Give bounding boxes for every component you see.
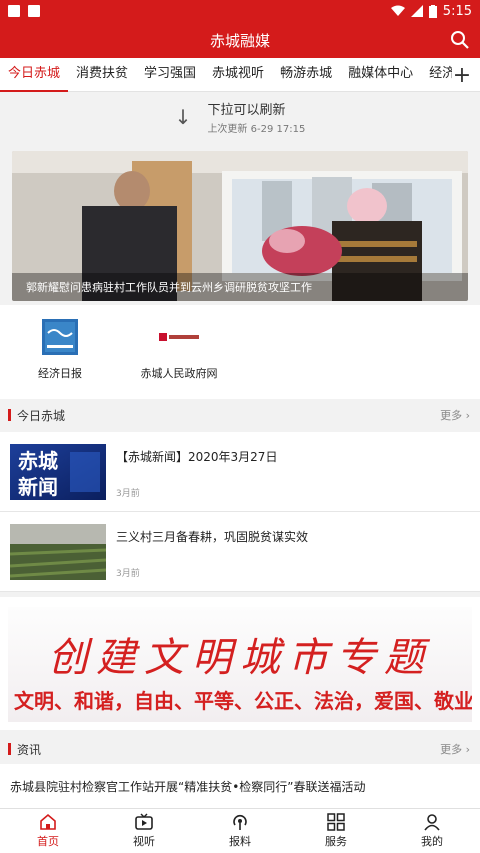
app-bar: 赤城融媒 xyxy=(0,22,480,58)
promo-subtitle: 文明、和谐，自由、平等、公正、法治，爱国、敬业 xyxy=(14,689,472,713)
refresh-hint-text: 下拉可以刷新 xyxy=(207,103,286,118)
app-title: 赤城融媒 xyxy=(209,31,270,50)
signal-icon xyxy=(410,5,423,17)
tv-icon xyxy=(135,813,153,830)
section-title: 今日赤城 xyxy=(17,408,66,423)
promo-title: 创建文明城市专题 xyxy=(48,635,432,681)
section-marker xyxy=(8,409,11,421)
pull-refresh-hint: ↓ 下拉可以刷新 上次更新 6-29 17:15 xyxy=(0,92,480,142)
svg-text:新闻: 新闻 xyxy=(18,475,58,499)
tab-travel[interactable]: 畅游赤城 xyxy=(272,58,340,92)
section-header-today: 今日赤城 更多 › xyxy=(0,400,480,430)
status-bar: 5:15 xyxy=(0,0,480,22)
channel-tabs: 今日赤城 消费扶贫 学习强国 赤城视听 畅游赤城 融媒体中心 经济日 + xyxy=(0,58,480,92)
nav-profile[interactable]: 我的 xyxy=(384,809,480,853)
source-name: 赤城人民政府网 xyxy=(140,367,218,380)
svg-text:赤城: 赤城 xyxy=(18,449,58,473)
civilization-promo-banner[interactable]: 创建文明城市专题 文明、和谐，自由、平等、公正、法治，爱国、敬业 xyxy=(0,597,480,730)
nav-label: 视听 xyxy=(133,835,155,848)
arrow-down-icon: ↓ xyxy=(174,105,192,129)
list-item[interactable]: 三义村三月备春耕，巩固脱贫谋实效 3月前 xyxy=(0,512,480,592)
economic-daily-logo xyxy=(42,319,78,355)
section-header-info: 资讯 更多 › xyxy=(0,734,480,764)
grid-icon xyxy=(327,813,345,831)
more-link[interactable]: 更多 › xyxy=(440,407,470,423)
nav-label: 我的 xyxy=(421,835,443,848)
chicheng-gov-logo xyxy=(149,319,209,355)
promo-image: 创建文明城市专题 文明、和谐，自由、平等、公正、法治，爱国、敬业 xyxy=(8,607,472,722)
tab-study[interactable]: 学习强国 xyxy=(136,58,204,92)
battery-icon xyxy=(428,4,437,18)
tab-media-center[interactable]: 融媒体中心 xyxy=(340,58,421,92)
tab-today-chicheng[interactable]: 今日赤城 xyxy=(0,58,69,92)
nav-audiovisual[interactable]: 视听 xyxy=(96,809,192,853)
nav-report[interactable]: 报料 xyxy=(192,809,288,853)
news-time: 3月前 xyxy=(116,489,140,499)
more-link[interactable]: 更多 › xyxy=(440,741,470,757)
last-update-text: 上次更新 6-29 17:15 xyxy=(207,124,306,135)
bottom-nav: 首页 视听 报料 服务 我的 xyxy=(0,808,480,853)
section-title: 资讯 xyxy=(17,742,42,757)
news-headline: 赤城县院驻村检察官工作站开展“精准扶贫•检察同行”春联送福活动 xyxy=(10,780,366,794)
headline-banner[interactable]: 郭新耀慰问患病驻村工作队员并到云州乡调研脱贫攻坚工作 xyxy=(12,151,468,301)
list-item[interactable]: 赤城县院驻村检察官工作站开展“精准扶贫•检察同行”春联送福活动 xyxy=(0,764,480,808)
news-headline: 【赤城新闻】2020年3月27日 xyxy=(116,450,278,464)
news-thumbnail xyxy=(10,524,106,580)
notification-icon xyxy=(8,5,20,17)
nav-services[interactable]: 服务 xyxy=(288,809,384,853)
search-icon[interactable] xyxy=(450,30,470,50)
tab-audiovisual[interactable]: 赤城视听 xyxy=(204,58,272,92)
nav-label: 首页 xyxy=(37,835,59,848)
news-headline: 三义村三月备春耕，巩固脱贫谋实效 xyxy=(116,530,309,544)
user-icon xyxy=(424,814,440,831)
nav-label: 报料 xyxy=(229,835,251,848)
news-thumbnail: 赤城 新闻 xyxy=(10,444,106,500)
add-channel-button[interactable]: + xyxy=(452,63,472,88)
source-chicheng-gov[interactable]: 赤城人民政府网 xyxy=(120,305,238,399)
section-marker xyxy=(8,743,11,755)
nav-home[interactable]: 首页 xyxy=(0,809,96,853)
home-icon xyxy=(40,813,56,830)
list-item[interactable]: 赤城 新闻 【赤城新闻】2020年3月27日 3月前 xyxy=(0,432,480,512)
tab-consumer-poverty[interactable]: 消费扶贫 xyxy=(68,58,136,92)
app-notification-icon xyxy=(28,5,40,17)
broadcast-icon xyxy=(233,814,247,830)
news-time: 3月前 xyxy=(116,569,140,579)
source-economic-daily[interactable]: 经济日报 xyxy=(0,305,120,399)
wifi-icon xyxy=(390,5,405,16)
source-shortcuts: 经济日报 赤城人民政府网 xyxy=(0,305,480,399)
banner-caption: 郭新耀慰问患病驻村工作队员并到云州乡调研脱贫攻坚工作 xyxy=(12,273,468,301)
source-name: 经济日报 xyxy=(38,367,82,380)
clock: 5:15 xyxy=(442,3,472,19)
nav-label: 服务 xyxy=(325,835,347,848)
news-list: 赤城 新闻 【赤城新闻】2020年3月27日 3月前 三义村三月备春耕，巩固脱贫… xyxy=(0,432,480,592)
